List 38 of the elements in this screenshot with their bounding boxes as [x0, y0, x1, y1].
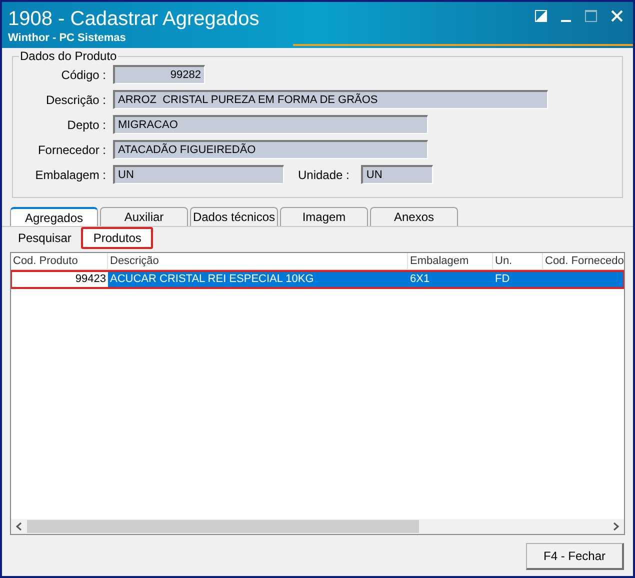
window-subtitle: Winthor - PC Sistemas [8, 32, 127, 44]
tab[interactable]: Dados técnicos [190, 207, 278, 226]
table-row[interactable]: 99423 ACUCAR CRISTAL REI ESPECIAL 10KG 6X1 FD [11, 271, 624, 288]
tab[interactable]: Auxiliar [100, 207, 188, 226]
group-title: Dados do Produto [19, 49, 118, 63]
scrollbar-thumb[interactable] [27, 520, 419, 533]
column-header[interactable]: Descrição [108, 253, 408, 269]
tab[interactable]: Agregados [10, 207, 98, 226]
table-cell: 99423 [11, 271, 108, 288]
column-header[interactable]: Cod. Produto [11, 253, 108, 269]
field-label: Fornecedor : [36, 142, 107, 158]
field-label: Depto : [66, 116, 107, 134]
tab[interactable]: Pesquisar [8, 227, 82, 249]
field-label: Código : [60, 66, 107, 84]
field-label: Descrição : [44, 92, 107, 108]
text-field[interactable]: UN [361, 165, 434, 184]
text-field[interactable]: ATACADÃO FIGUEIREDÃO [113, 140, 428, 159]
text-field[interactable]: UN [113, 165, 284, 184]
tab[interactable]: Anexos [370, 207, 458, 226]
tab[interactable]: Imagem [280, 207, 368, 226]
close-icon[interactable] [611, 10, 623, 22]
field-label: Unidade : [298, 166, 350, 184]
text-field[interactable]: ARROZ CRISTAL PUREZA EM FORMA DE GRÃOS [113, 90, 548, 109]
field-label: Embalagem : [34, 166, 107, 184]
text-field[interactable]: 99282 [113, 65, 205, 84]
maximize-icon[interactable] [585, 10, 597, 22]
horizontal-scrollbar[interactable] [11, 519, 624, 534]
column-header[interactable]: Un. [493, 253, 543, 269]
column-header[interactable]: Embalagem [408, 253, 493, 269]
restore-icon[interactable] [535, 10, 547, 22]
column-header[interactable]: Cod. Fornecedo [543, 253, 624, 269]
tab[interactable]: Produtos [81, 227, 154, 249]
table-cell-text: FD [494, 272, 511, 287]
table-cell-text: 6X1 [409, 272, 431, 287]
close-button[interactable]: F4 - Fechar [526, 543, 624, 570]
table-cell-text: ACUCAR CRISTAL REI ESPECIAL 10KG [109, 272, 315, 287]
text-field[interactable]: MIGRACAO [113, 115, 428, 134]
window-title: 1908 - Cadastrar Agregados [8, 7, 260, 32]
